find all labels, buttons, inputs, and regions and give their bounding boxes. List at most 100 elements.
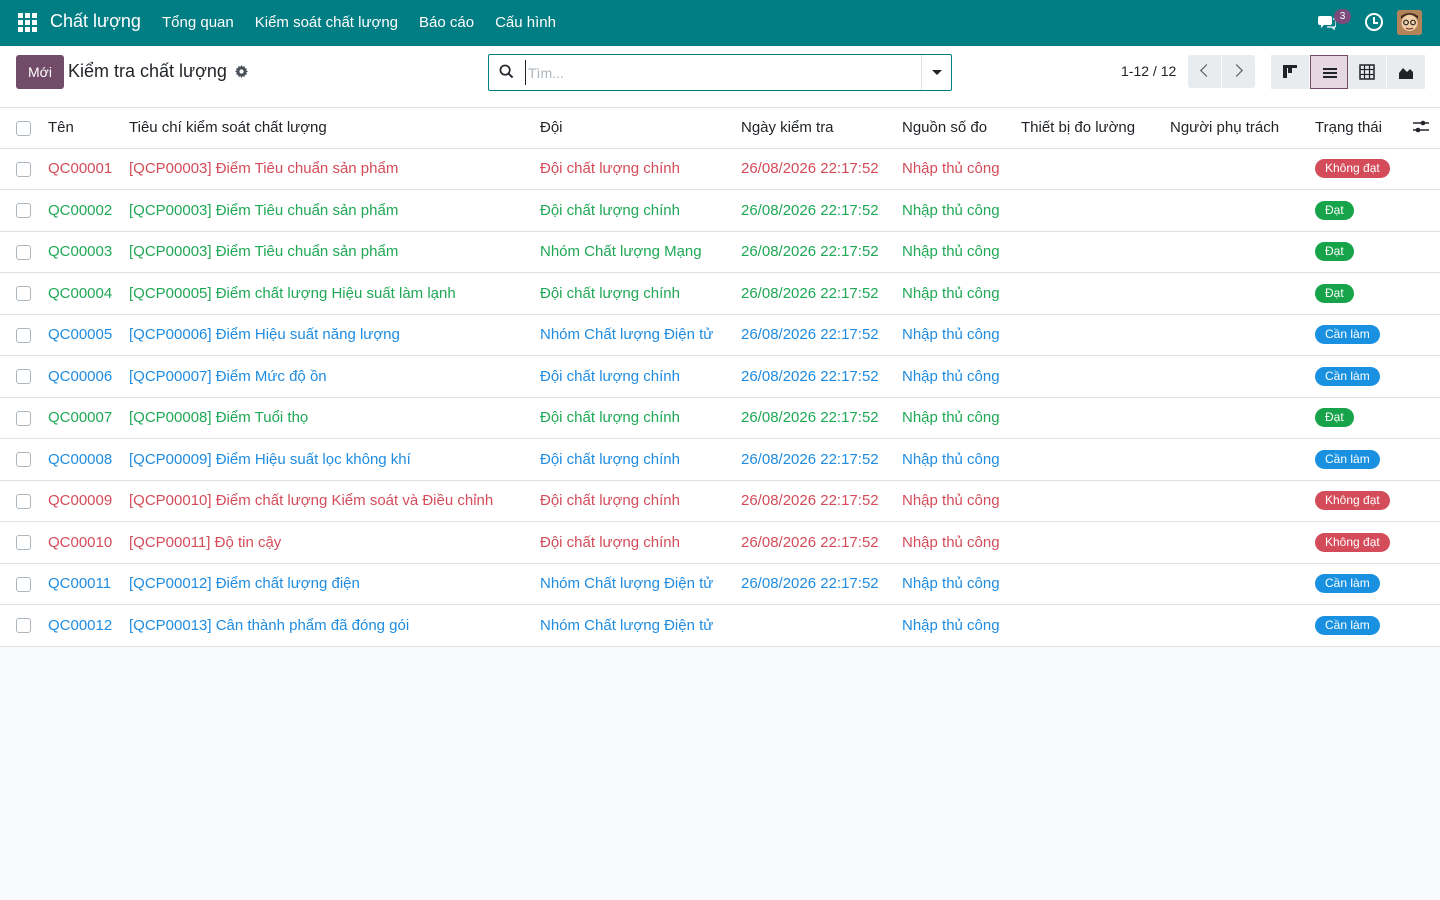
- avatar-face-icon: [1397, 10, 1422, 35]
- chat-count-badge: 3: [1334, 9, 1351, 24]
- pager-previous-button[interactable]: [1188, 55, 1221, 88]
- cell-source: Nhập thủ công: [902, 521, 1021, 564]
- cell-source: Nhập thủ công: [902, 397, 1021, 439]
- row-checkbox[interactable]: [16, 493, 31, 509]
- table-row[interactable]: QC00008 [QCP00009] Điểm Hiệu suất lọc kh…: [0, 438, 1440, 481]
- cell-device: [1021, 604, 1170, 647]
- table-row[interactable]: QC00006 [QCP00007] Điểm Mức độ ồn Đội ch…: [0, 355, 1440, 398]
- cell-responsible: [1170, 189, 1315, 232]
- col-header-team[interactable]: Đội: [540, 108, 741, 149]
- status-badge: Đạt: [1315, 200, 1354, 220]
- area-chart-icon: [1398, 68, 1413, 79]
- col-header-date[interactable]: Ngày kiểm tra: [741, 108, 902, 149]
- cell-source: Nhập thủ công: [902, 314, 1021, 356]
- cell-name: QC00007: [48, 397, 129, 439]
- activity-clock-icon[interactable]: [1365, 13, 1383, 31]
- user-avatar[interactable]: [1397, 10, 1422, 35]
- cell-device: [1021, 355, 1170, 398]
- select-all-checkbox[interactable]: [16, 120, 31, 136]
- row-checkbox[interactable]: [16, 327, 31, 343]
- cell-source: Nhập thủ công: [902, 438, 1021, 481]
- row-checkbox[interactable]: [16, 452, 31, 468]
- col-header-criteria[interactable]: Tiêu chí kiểm soát chất lượng: [129, 108, 540, 149]
- cell-name: QC00012: [48, 604, 129, 647]
- cell-date: 26/08/2026 22:17:52: [741, 563, 902, 605]
- row-checkbox[interactable]: [16, 286, 31, 302]
- cell-team: Nhóm Chất lượng Điện tử: [540, 314, 741, 356]
- cell-device: [1021, 189, 1170, 232]
- col-header-name[interactable]: Tên: [48, 108, 129, 149]
- row-checkbox[interactable]: [16, 576, 31, 592]
- cell-team: Đội chất lượng chính: [540, 438, 741, 481]
- pager-next-button[interactable]: [1222, 55, 1255, 88]
- kanban-view-button[interactable]: [1271, 55, 1309, 89]
- col-header-device[interactable]: Thiết bị đo lường: [1021, 108, 1170, 149]
- row-checkbox[interactable]: [16, 203, 31, 219]
- table-row[interactable]: QC00003 [QCP00003] Điểm Tiêu chuẩn sản p…: [0, 231, 1440, 273]
- status-badge: Không đạt: [1315, 532, 1390, 552]
- table-row[interactable]: QC00007 [QCP00008] Điểm Tuổi thọ Đội chấ…: [0, 397, 1440, 439]
- new-button[interactable]: Mới: [16, 55, 64, 89]
- cell-device: [1021, 272, 1170, 315]
- cell-team: Đội chất lượng chính: [540, 148, 741, 190]
- table-row[interactable]: QC00011 [QCP00012] Điểm chất lượng điện …: [0, 563, 1440, 605]
- control-panel: Mới Kiểm tra chất lượng 1-12 / 12: [0, 46, 1440, 108]
- kanban-icon: [1283, 65, 1297, 78]
- cell-date: 26/08/2026 22:17:52: [741, 480, 902, 522]
- cell-source: Nhập thủ công: [902, 355, 1021, 398]
- cell-team: Nhóm Chất lượng Điện tử: [540, 563, 741, 605]
- app-brand[interactable]: Chất lượng: [50, 11, 141, 32]
- row-checkbox[interactable]: [16, 410, 31, 426]
- cell-team: Nhóm Chất lượng Mạng: [540, 231, 741, 273]
- top-navbar: Chất lượng Tổng quan Kiểm soát chất lượn…: [0, 0, 1440, 46]
- table-row[interactable]: QC00004 [QCP00005] Điểm chất lượng Hiệu …: [0, 272, 1440, 315]
- cell-source: Nhập thủ công: [902, 231, 1021, 273]
- chevron-right-icon: [1230, 64, 1243, 77]
- menu-item-reporting[interactable]: Báo cáo: [419, 14, 474, 31]
- gear-icon[interactable]: [235, 65, 248, 78]
- table-row[interactable]: QC00012 [QCP00013] Cân thành phẩm đã đón…: [0, 604, 1440, 647]
- col-header-responsible[interactable]: Người phụ trách: [1170, 108, 1315, 149]
- status-badge: Cần làm: [1315, 325, 1380, 345]
- col-header-status[interactable]: Trạng thái: [1315, 119, 1382, 136]
- cell-responsible: [1170, 272, 1315, 315]
- optional-columns-icon[interactable]: [1413, 120, 1429, 134]
- row-checkbox[interactable]: [16, 369, 31, 385]
- pivot-view-button[interactable]: [1348, 55, 1386, 89]
- status-badge: Đạt: [1315, 408, 1354, 428]
- cell-date: 26/08/2026 22:17:52: [741, 438, 902, 481]
- table-row[interactable]: QC00010 [QCP00011] Độ tin cậy Đội chất l…: [0, 521, 1440, 564]
- cell-name: QC00010: [48, 521, 129, 564]
- cell-date: 26/08/2026 22:17:52: [741, 314, 902, 356]
- cell-criteria: [QCP00006] Điểm Hiệu suất năng lượng: [129, 314, 540, 356]
- cell-device: [1021, 563, 1170, 605]
- menu-item-overview[interactable]: Tổng quan: [162, 14, 234, 31]
- table-row[interactable]: QC00005 [QCP00006] Điểm Hiệu suất năng l…: [0, 314, 1440, 356]
- col-header-source[interactable]: Nguồn số đo: [902, 108, 1021, 149]
- row-checkbox[interactable]: [16, 244, 31, 260]
- search-options-toggle-icon[interactable]: [921, 55, 951, 90]
- row-checkbox[interactable]: [16, 618, 31, 634]
- cell-name: QC00004: [48, 272, 129, 315]
- search-input[interactable]: [525, 60, 915, 85]
- table-row[interactable]: QC00001 [QCP00003] Điểm Tiêu chuẩn sản p…: [0, 148, 1440, 190]
- table-row[interactable]: QC00009 [QCP00010] Điểm chất lượng Kiểm …: [0, 480, 1440, 522]
- table-row[interactable]: QC00002 [QCP00003] Điểm Tiêu chuẩn sản p…: [0, 189, 1440, 232]
- pager-value[interactable]: 1-12 / 12: [1121, 63, 1176, 79]
- cell-date: 26/08/2026 22:17:52: [741, 272, 902, 315]
- cell-criteria: [QCP00008] Điểm Tuổi thọ: [129, 397, 540, 439]
- cell-name: QC00001: [48, 148, 129, 190]
- list-view-button[interactable]: [1309, 55, 1348, 89]
- cell-responsible: [1170, 438, 1315, 481]
- cell-responsible: [1170, 521, 1315, 564]
- status-badge: Không đạt: [1315, 491, 1390, 511]
- apps-menu-icon[interactable]: [18, 13, 37, 32]
- row-checkbox[interactable]: [16, 535, 31, 551]
- graph-view-button[interactable]: [1386, 55, 1425, 89]
- menu-item-configuration[interactable]: Cấu hình: [495, 14, 556, 31]
- row-checkbox[interactable]: [16, 161, 31, 177]
- menu-item-quality-control[interactable]: Kiểm soát chất lượng: [255, 14, 398, 31]
- status-badge: Cần làm: [1315, 366, 1380, 386]
- cell-date: 26/08/2026 22:17:52: [741, 148, 902, 190]
- cell-name: QC00003: [48, 231, 129, 273]
